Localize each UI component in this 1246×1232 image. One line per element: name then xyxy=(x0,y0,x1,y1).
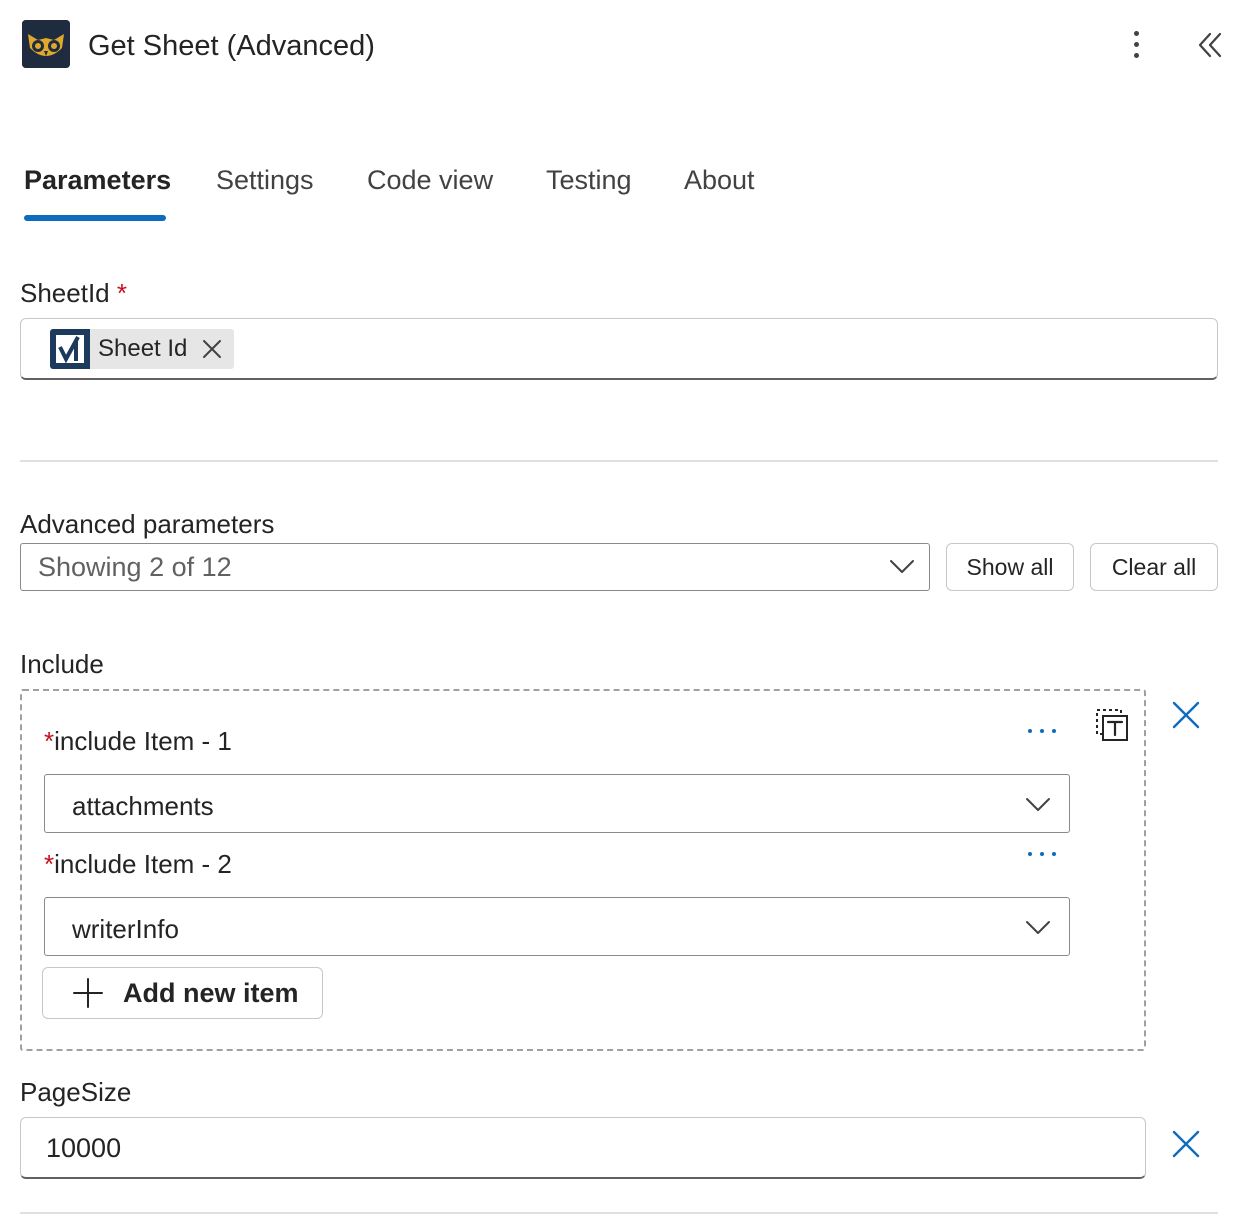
advanced-parameters-label: Advanced parameters xyxy=(20,509,275,539)
smartsheet-icon xyxy=(50,329,90,369)
close-icon xyxy=(1172,701,1200,729)
required-marker: * xyxy=(44,849,55,879)
tab-code-view[interactable]: Code view xyxy=(367,160,493,200)
tab-about[interactable]: About xyxy=(684,160,755,200)
more-horizontal-icon xyxy=(1028,729,1032,733)
page-size-input[interactable] xyxy=(32,1126,1122,1170)
add-new-item-button[interactable]: Add new item xyxy=(42,967,323,1019)
switch-to-text-mode-icon[interactable] xyxy=(1092,704,1132,744)
section-divider xyxy=(20,460,1218,462)
remove-token-icon[interactable] xyxy=(199,336,225,362)
plus-icon xyxy=(73,978,103,1008)
page-size-label: PageSize xyxy=(20,1077,132,1107)
include-item-1-value: attachments xyxy=(72,791,214,821)
include-item-1-label: *include Item - 1 xyxy=(44,726,232,756)
chevron-down-icon xyxy=(1024,919,1052,937)
include-item-2-value: writerInfo xyxy=(72,914,179,944)
more-horizontal-icon xyxy=(1028,852,1032,856)
sheet-id-token[interactable]: Sheet Id xyxy=(50,329,234,369)
remove-page-size-button[interactable] xyxy=(1168,1126,1204,1162)
required-marker: * xyxy=(116,278,127,308)
more-vertical-icon xyxy=(1133,30,1139,36)
add-new-item-label: Add new item xyxy=(123,977,299,1008)
tab-settings[interactable]: Settings xyxy=(216,160,314,200)
required-marker: * xyxy=(44,726,55,756)
close-icon xyxy=(1172,1130,1200,1158)
advanced-parameters-value: Showing 2 of 12 xyxy=(38,552,232,582)
token-label: Sheet Id xyxy=(98,335,188,362)
more-options-button[interactable] xyxy=(1120,24,1152,64)
tab-parameters[interactable]: Parameters xyxy=(24,160,171,200)
chevron-down-icon xyxy=(888,558,916,576)
collapse-panel-button[interactable] xyxy=(1190,26,1228,64)
double-chevron-left-icon xyxy=(1198,32,1222,58)
chevron-down-icon xyxy=(1024,796,1052,814)
include-item-2-dropdown[interactable] xyxy=(44,897,1070,956)
tab-testing[interactable]: Testing xyxy=(546,160,632,200)
panel-title: Get Sheet (Advanced) xyxy=(88,30,375,62)
sheet-id-label: SheetId * xyxy=(20,278,127,308)
item-2-more-button[interactable] xyxy=(1022,844,1062,864)
show-all-button[interactable]: Show all xyxy=(946,543,1074,591)
remove-include-button[interactable] xyxy=(1168,697,1204,733)
include-label: Include xyxy=(20,649,104,679)
clear-all-button[interactable]: Clear all xyxy=(1090,543,1218,591)
active-tab-indicator xyxy=(24,215,166,221)
owl-logo-icon xyxy=(22,20,70,68)
section-divider xyxy=(20,1212,1218,1214)
item-1-more-button[interactable] xyxy=(1022,721,1062,741)
include-item-2-label: *include Item - 2 xyxy=(44,849,232,879)
